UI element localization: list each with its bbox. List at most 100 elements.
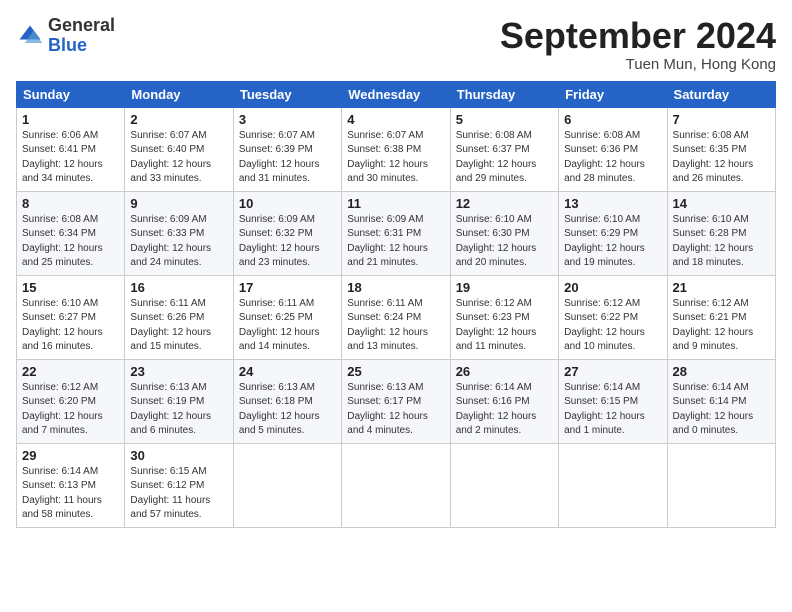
table-row — [233, 443, 341, 527]
table-row: 7 Sunrise: 6:08 AMSunset: 6:35 PMDayligh… — [667, 107, 775, 191]
day-number: 4 — [347, 112, 444, 127]
table-row: 10 Sunrise: 6:09 AMSunset: 6:32 PMDaylig… — [233, 191, 341, 275]
table-row: 16 Sunrise: 6:11 AMSunset: 6:26 PMDaylig… — [125, 275, 233, 359]
day-number: 18 — [347, 280, 444, 295]
logo-blue: Blue — [48, 35, 87, 55]
day-number: 12 — [456, 196, 553, 211]
logo-general: General — [48, 15, 115, 35]
day-number: 24 — [239, 364, 336, 379]
col-sunday: Sunday — [17, 81, 125, 107]
calendar-row: 1 Sunrise: 6:06 AMSunset: 6:41 PMDayligh… — [17, 107, 776, 191]
calendar-row: 8 Sunrise: 6:08 AMSunset: 6:34 PMDayligh… — [17, 191, 776, 275]
table-row: 12 Sunrise: 6:10 AMSunset: 6:30 PMDaylig… — [450, 191, 558, 275]
table-row: 8 Sunrise: 6:08 AMSunset: 6:34 PMDayligh… — [17, 191, 125, 275]
table-row: 13 Sunrise: 6:10 AMSunset: 6:29 PMDaylig… — [559, 191, 667, 275]
logo-text: General Blue — [48, 16, 115, 56]
table-row: 11 Sunrise: 6:09 AMSunset: 6:31 PMDaylig… — [342, 191, 450, 275]
day-number: 26 — [456, 364, 553, 379]
day-info: Sunrise: 6:14 AMSunset: 6:15 PMDaylight:… — [564, 382, 645, 437]
calendar-row: 22 Sunrise: 6:12 AMSunset: 6:20 PMDaylig… — [17, 359, 776, 443]
day-number: 15 — [22, 280, 119, 295]
table-row: 26 Sunrise: 6:14 AMSunset: 6:16 PMDaylig… — [450, 359, 558, 443]
day-info: Sunrise: 6:12 AMSunset: 6:22 PMDaylight:… — [564, 298, 645, 353]
day-number: 20 — [564, 280, 661, 295]
day-info: Sunrise: 6:09 AMSunset: 6:33 PMDaylight:… — [130, 214, 211, 269]
table-row: 18 Sunrise: 6:11 AMSunset: 6:24 PMDaylig… — [342, 275, 450, 359]
day-number: 28 — [673, 364, 770, 379]
table-row: 27 Sunrise: 6:14 AMSunset: 6:15 PMDaylig… — [559, 359, 667, 443]
day-number: 23 — [130, 364, 227, 379]
day-info: Sunrise: 6:11 AMSunset: 6:25 PMDaylight:… — [239, 298, 320, 353]
calendar-row: 15 Sunrise: 6:10 AMSunset: 6:27 PMDaylig… — [17, 275, 776, 359]
day-number: 14 — [673, 196, 770, 211]
table-row: 20 Sunrise: 6:12 AMSunset: 6:22 PMDaylig… — [559, 275, 667, 359]
day-info: Sunrise: 6:09 AMSunset: 6:31 PMDaylight:… — [347, 214, 428, 269]
table-row — [342, 443, 450, 527]
day-number: 2 — [130, 112, 227, 127]
day-info: Sunrise: 6:14 AMSunset: 6:16 PMDaylight:… — [456, 382, 537, 437]
col-tuesday: Tuesday — [233, 81, 341, 107]
day-info: Sunrise: 6:08 AMSunset: 6:36 PMDaylight:… — [564, 130, 645, 185]
table-row: 21 Sunrise: 6:12 AMSunset: 6:21 PMDaylig… — [667, 275, 775, 359]
table-row: 17 Sunrise: 6:11 AMSunset: 6:25 PMDaylig… — [233, 275, 341, 359]
day-number: 29 — [22, 448, 119, 463]
day-number: 7 — [673, 112, 770, 127]
col-saturday: Saturday — [667, 81, 775, 107]
day-number: 30 — [130, 448, 227, 463]
day-info: Sunrise: 6:07 AMSunset: 6:39 PMDaylight:… — [239, 130, 320, 185]
day-info: Sunrise: 6:12 AMSunset: 6:21 PMDaylight:… — [673, 298, 754, 353]
day-info: Sunrise: 6:13 AMSunset: 6:18 PMDaylight:… — [239, 382, 320, 437]
table-row: 15 Sunrise: 6:10 AMSunset: 6:27 PMDaylig… — [17, 275, 125, 359]
day-info: Sunrise: 6:07 AMSunset: 6:38 PMDaylight:… — [347, 130, 428, 185]
day-info: Sunrise: 6:08 AMSunset: 6:35 PMDaylight:… — [673, 130, 754, 185]
day-info: Sunrise: 6:07 AMSunset: 6:40 PMDaylight:… — [130, 130, 211, 185]
day-number: 27 — [564, 364, 661, 379]
day-number: 22 — [22, 364, 119, 379]
table-row: 9 Sunrise: 6:09 AMSunset: 6:33 PMDayligh… — [125, 191, 233, 275]
logo-icon — [16, 22, 44, 50]
table-row: 29 Sunrise: 6:14 AMSunset: 6:13 PMDaylig… — [17, 443, 125, 527]
table-row: 4 Sunrise: 6:07 AMSunset: 6:38 PMDayligh… — [342, 107, 450, 191]
table-row: 24 Sunrise: 6:13 AMSunset: 6:18 PMDaylig… — [233, 359, 341, 443]
day-info: Sunrise: 6:11 AMSunset: 6:24 PMDaylight:… — [347, 298, 428, 353]
day-number: 13 — [564, 196, 661, 211]
month-title: September 2024 — [500, 16, 776, 56]
day-number: 3 — [239, 112, 336, 127]
table-row — [450, 443, 558, 527]
title-block: September 2024 Tuen Mun, Hong Kong — [500, 16, 776, 73]
table-row: 22 Sunrise: 6:12 AMSunset: 6:20 PMDaylig… — [17, 359, 125, 443]
day-info: Sunrise: 6:14 AMSunset: 6:13 PMDaylight:… — [22, 466, 102, 521]
day-info: Sunrise: 6:08 AMSunset: 6:37 PMDaylight:… — [456, 130, 537, 185]
day-info: Sunrise: 6:11 AMSunset: 6:26 PMDaylight:… — [130, 298, 211, 353]
table-row: 6 Sunrise: 6:08 AMSunset: 6:36 PMDayligh… — [559, 107, 667, 191]
day-info: Sunrise: 6:08 AMSunset: 6:34 PMDaylight:… — [22, 214, 103, 269]
day-number: 11 — [347, 196, 444, 211]
col-thursday: Thursday — [450, 81, 558, 107]
day-info: Sunrise: 6:09 AMSunset: 6:32 PMDaylight:… — [239, 214, 320, 269]
col-monday: Monday — [125, 81, 233, 107]
table-row: 23 Sunrise: 6:13 AMSunset: 6:19 PMDaylig… — [125, 359, 233, 443]
day-info: Sunrise: 6:10 AMSunset: 6:28 PMDaylight:… — [673, 214, 754, 269]
table-row: 25 Sunrise: 6:13 AMSunset: 6:17 PMDaylig… — [342, 359, 450, 443]
day-info: Sunrise: 6:10 AMSunset: 6:29 PMDaylight:… — [564, 214, 645, 269]
col-friday: Friday — [559, 81, 667, 107]
day-info: Sunrise: 6:10 AMSunset: 6:30 PMDaylight:… — [456, 214, 537, 269]
table-row: 30 Sunrise: 6:15 AMSunset: 6:12 PMDaylig… — [125, 443, 233, 527]
day-number: 5 — [456, 112, 553, 127]
table-row: 3 Sunrise: 6:07 AMSunset: 6:39 PMDayligh… — [233, 107, 341, 191]
day-number: 9 — [130, 196, 227, 211]
logo: General Blue — [16, 16, 115, 56]
day-number: 1 — [22, 112, 119, 127]
table-row: 5 Sunrise: 6:08 AMSunset: 6:37 PMDayligh… — [450, 107, 558, 191]
day-number: 25 — [347, 364, 444, 379]
table-row: 2 Sunrise: 6:07 AMSunset: 6:40 PMDayligh… — [125, 107, 233, 191]
day-info: Sunrise: 6:12 AMSunset: 6:23 PMDaylight:… — [456, 298, 537, 353]
location-subtitle: Tuen Mun, Hong Kong — [500, 56, 776, 73]
calendar-table: Sunday Monday Tuesday Wednesday Thursday… — [16, 81, 776, 528]
day-info: Sunrise: 6:15 AMSunset: 6:12 PMDaylight:… — [130, 466, 210, 521]
table-row: 28 Sunrise: 6:14 AMSunset: 6:14 PMDaylig… — [667, 359, 775, 443]
calendar-row: 29 Sunrise: 6:14 AMSunset: 6:13 PMDaylig… — [17, 443, 776, 527]
table-row: 19 Sunrise: 6:12 AMSunset: 6:23 PMDaylig… — [450, 275, 558, 359]
day-info: Sunrise: 6:14 AMSunset: 6:14 PMDaylight:… — [673, 382, 754, 437]
day-number: 6 — [564, 112, 661, 127]
